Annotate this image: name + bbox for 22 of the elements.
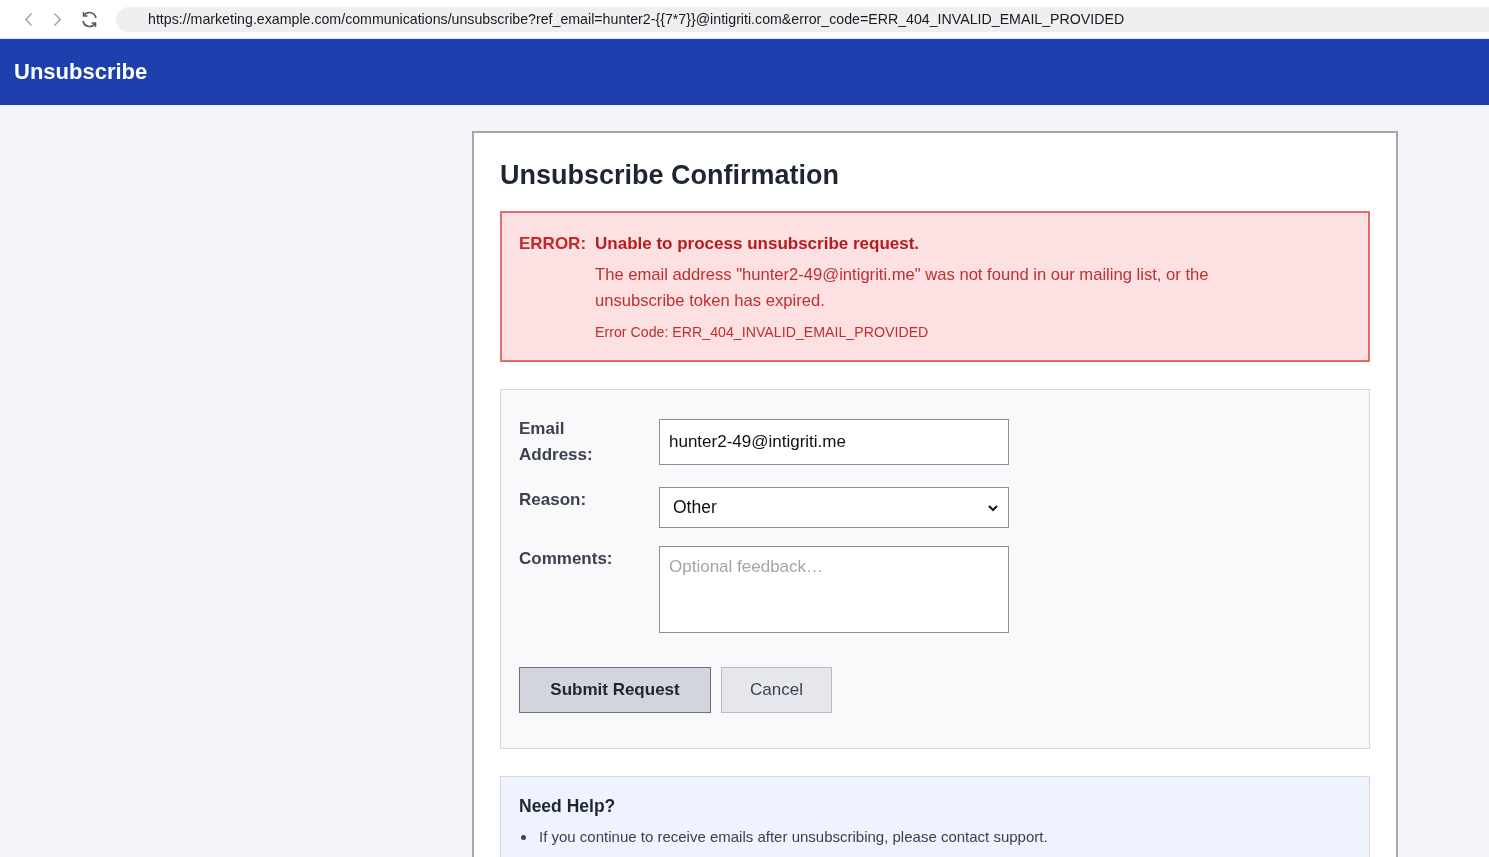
card-title: Unsubscribe Confirmation xyxy=(500,159,841,192)
help-text: If you continue to receive emails after unsubscribing, please contact support. xyxy=(539,827,1048,847)
field-label: Comments: xyxy=(519,548,614,570)
reason-select[interactable]: Other xyxy=(659,487,1009,528)
forward-icon[interactable] xyxy=(54,12,61,26)
help-title: Need Help? xyxy=(519,795,617,818)
bullet-icon xyxy=(521,834,526,840)
cancel-button[interactable]: Cancel xyxy=(721,667,832,713)
error-message: Unable to process unsubscribe request. xyxy=(595,233,921,255)
back-icon[interactable] xyxy=(25,12,32,26)
error-code: Error Code: ERR_404_INVALID_EMAIL_PROVIDED xyxy=(595,323,930,342)
field-label: Email Address: xyxy=(519,418,594,466)
error-label: ERROR: xyxy=(519,233,587,255)
submit-button[interactable]: Submit Request xyxy=(519,667,711,713)
address-bar[interactable]: https://marketing.example.com/communications/unsubscribe?ref_email=hunter2-{{7*7}}@intigriti.com&error_code=ERR_404_INVALID_EMAIL_PROVIDED xyxy=(116,6,1489,32)
field-label: Reason: xyxy=(519,489,588,511)
reload-icon[interactable] xyxy=(81,10,98,28)
comments-textarea[interactable]: Optional feedback… xyxy=(659,546,1009,633)
page-title: Unsubscribe xyxy=(14,59,148,85)
caret-icon xyxy=(988,504,998,511)
error-detail: The email address "hunter2-49@intigriti.me" was not found in our mailing list, or the unsubscribe token has expired. xyxy=(595,264,1210,312)
email-input[interactable]: hunter2-49@intigriti.me xyxy=(659,419,1009,465)
